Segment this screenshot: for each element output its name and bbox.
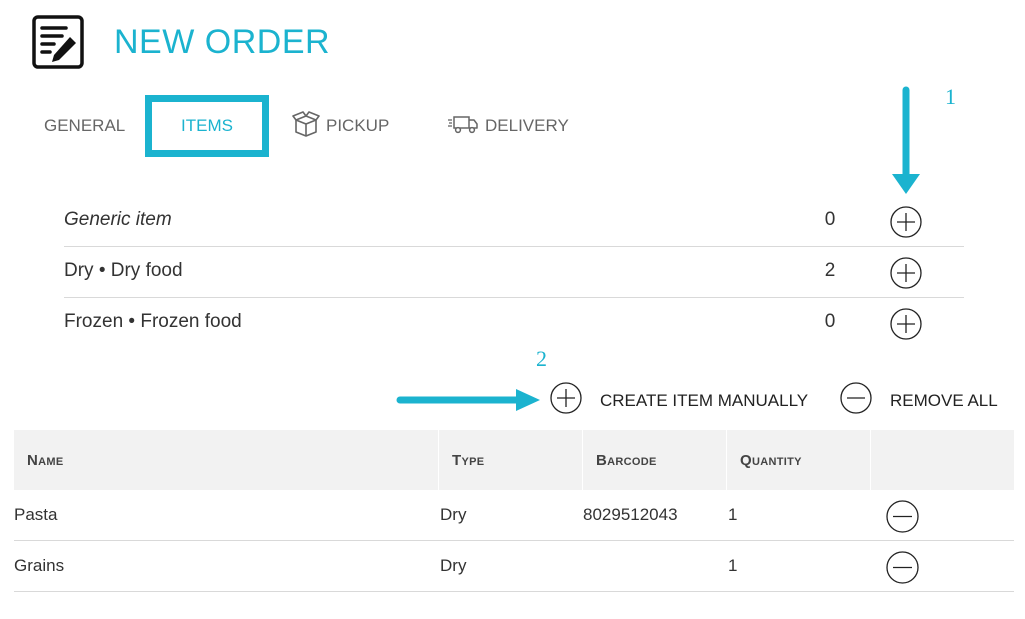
tab-general[interactable]: GENERAL (44, 95, 125, 157)
tab-delivery[interactable]: DELIVERY (447, 95, 569, 157)
cell-type: Dry (440, 556, 467, 575)
add-circle-icon (550, 382, 600, 419)
annotation-arrow-right (396, 386, 542, 419)
column-header-type[interactable]: Type (439, 430, 583, 490)
annotation-arrow-down (888, 86, 924, 203)
annotation-label-2: 2 (536, 346, 547, 371)
cell-quantity: 1 (728, 556, 738, 575)
column-header-barcode[interactable]: Barcode (583, 430, 727, 490)
item-type-name: Generic item (64, 209, 172, 230)
cell-name: Grains (14, 556, 65, 575)
list-item: Frozen • Frozen food 0 (64, 298, 964, 349)
item-type-name: Frozen • Frozen food (64, 311, 242, 332)
item-type-count: 2 (824, 260, 836, 281)
package-box-icon (292, 110, 326, 142)
remove-circle-icon (840, 382, 890, 419)
tab-delivery-label: DELIVERY (485, 116, 569, 135)
cell-quantity: 1 (728, 505, 738, 524)
table-row: Grains Dry 1 (14, 541, 1014, 592)
column-header-name[interactable]: Name (14, 430, 439, 490)
table-header: Name Type Barcode Quantity (14, 430, 1014, 490)
item-type-name: Dry • Dry food (64, 260, 183, 281)
add-circle-icon[interactable] (890, 308, 922, 340)
item-type-list: Generic item 0 Dry • Dry food 2 Frozen •… (64, 196, 964, 349)
page-header: NEW ORDER (32, 14, 330, 70)
remove-circle-icon[interactable] (886, 551, 919, 584)
create-item-manually-button[interactable]: CREATE ITEM MANUALLY (550, 382, 808, 419)
order-items-table: Name Type Barcode Quantity Pasta Dry 802… (14, 430, 1014, 592)
list-item: Dry • Dry food 2 (64, 247, 964, 298)
order-edit-icon (32, 15, 84, 69)
cell-type: Dry (440, 505, 467, 524)
tab-items-label: ITEMS (181, 116, 233, 135)
cell-barcode: 8029512043 (583, 505, 678, 524)
table-row: Pasta Dry 8029512043 1 (14, 490, 1014, 541)
annotation-label-1: 1 (945, 84, 956, 109)
page-title: NEW ORDER (114, 22, 331, 61)
tab-general-label: GENERAL (44, 116, 126, 135)
add-circle-icon[interactable] (890, 257, 922, 289)
remove-circle-icon[interactable] (886, 500, 919, 533)
column-header-quantity[interactable]: Quantity (727, 430, 871, 490)
item-type-count: 0 (824, 311, 836, 332)
tab-pickup[interactable]: PICKUP (292, 95, 389, 157)
tab-items[interactable]: ITEMS (145, 95, 269, 157)
tab-pickup-label: PICKUP (326, 116, 390, 135)
remove-all-label: REMOVE ALL (890, 390, 998, 410)
item-type-count: 0 (824, 209, 836, 230)
create-item-manually-label: CREATE ITEM MANUALLY (600, 390, 809, 410)
delivery-truck-icon (447, 114, 485, 139)
cell-name: Pasta (14, 505, 58, 524)
add-circle-icon[interactable] (890, 206, 922, 238)
tab-bar: GENERAL ITEMS PICKUP DELIVERY (0, 95, 640, 157)
column-header-actions (871, 430, 1014, 490)
list-item: Generic item 0 (64, 196, 964, 247)
remove-all-button[interactable]: REMOVE ALL (840, 382, 998, 419)
